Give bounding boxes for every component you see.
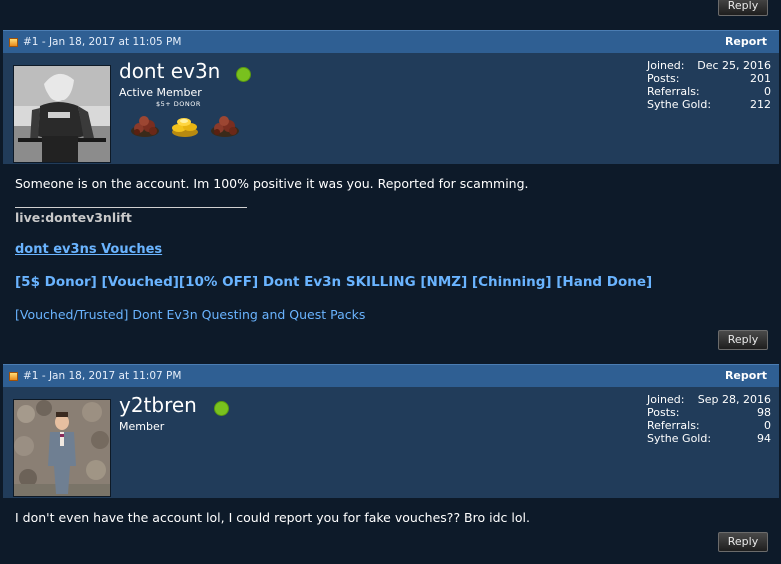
stat-posts: Posts: 98: [647, 406, 771, 419]
post-meta[interactable]: #1 - Jan 18, 2017 at 11:05 PM: [23, 31, 181, 53]
signature-questing-link[interactable]: [Vouched/Trusted] Dont Ev3n Questing and…: [15, 307, 365, 322]
user-stats: Joined: Dec 25, 2016 Posts: 201 Referrals:…: [647, 59, 771, 111]
post-body: I don't even have the account lol, I cou…: [3, 498, 779, 564]
stat-sythe-gold: Sythe Gold: 212: [647, 98, 771, 111]
report-link[interactable]: Report: [725, 365, 767, 387]
user-info-panel: y2tbren Member Joined: Sep 28, 2016 Posts…: [3, 387, 779, 498]
reply-button[interactable]: Reply: [718, 532, 768, 552]
post: #1 - Jan 18, 2017 at 11:05 PM Report don…: [3, 30, 779, 356]
stat-joined: Joined: Dec 25, 2016: [647, 59, 771, 72]
post-message: I don't even have the account lol, I cou…: [15, 510, 530, 525]
red-gem-pile-icon: [131, 116, 159, 137]
avatar[interactable]: [13, 65, 111, 163]
post-message: Someone is on the account. Im 100% posit…: [15, 176, 529, 191]
signature-divider: [15, 207, 247, 208]
post-meta[interactable]: #1 - Jan 18, 2017 at 11:07 PM: [23, 365, 181, 387]
stat-posts: Posts: 201: [647, 72, 771, 85]
post-header: #1 - Jan 18, 2017 at 11:07 PM Report: [3, 364, 779, 387]
donor-label: $5+ DONOR: [156, 100, 201, 108]
report-link[interactable]: Report: [725, 31, 767, 53]
gold-coins-icon: [172, 118, 198, 137]
signature-thread-link[interactable]: [5$ Donor] [Vouched][10% OFF] Dont Ev3n …: [15, 274, 652, 290]
post-header: #1 - Jan 18, 2017 at 11:05 PM Report: [3, 30, 779, 53]
stat-joined: Joined: Sep 28, 2016: [647, 393, 771, 406]
username[interactable]: dont ev3n: [119, 59, 220, 83]
stat-referrals: Referrals: 0: [647, 419, 771, 432]
user-stats: Joined: Sep 28, 2016 Posts: 98 Referrals: 0…: [647, 393, 771, 445]
post-document-icon: [9, 372, 18, 381]
avatar[interactable]: [13, 399, 111, 497]
username[interactable]: y2tbren: [119, 393, 197, 417]
user-title: Active Member: [119, 86, 202, 99]
stat-sythe-gold: Sythe Gold: 94: [647, 432, 771, 445]
red-gem-pile-icon: [211, 116, 239, 137]
reply-button[interactable]: Reply: [718, 0, 768, 16]
post-document-icon: [9, 38, 18, 47]
signature-live-id: live:dontev3nlift: [15, 210, 132, 225]
online-status-icon: [214, 401, 229, 416]
user-title: Member: [119, 420, 165, 433]
post-body: Someone is on the account. Im 100% posit…: [3, 164, 779, 356]
post: #1 - Jan 18, 2017 at 11:07 PM Report y2t…: [3, 364, 779, 564]
user-info-panel: dont ev3n Active Member $5+ DONOR Joined…: [3, 53, 779, 164]
reply-button[interactable]: Reply: [718, 330, 768, 350]
stat-referrals: Referrals: 0: [647, 85, 771, 98]
online-status-icon: [236, 67, 251, 82]
signature-vouches-link[interactable]: dont ev3ns Vouches: [15, 242, 162, 257]
